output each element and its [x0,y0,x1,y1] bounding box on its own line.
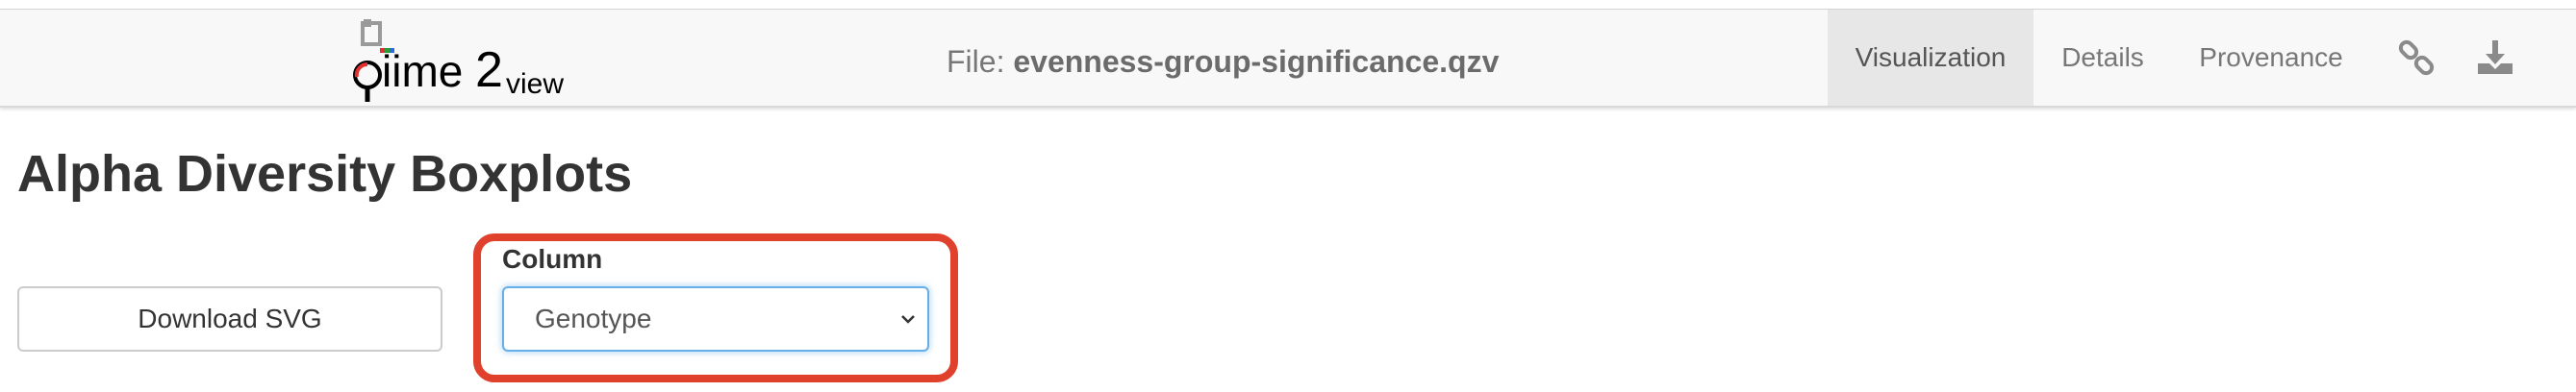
svg-text:2: 2 [475,42,503,98]
file-label: File: [947,44,1005,79]
tab-label: Details [2061,42,2144,72]
file-name: evenness-group-significance.qzv [1013,44,1500,79]
tab-details[interactable]: Details [2033,10,2172,106]
column-label: Column [502,244,603,274]
page-title: Alpha Diversity Boxplots [17,145,633,203]
file-title: File: evenness-group-significance.qzv [947,44,1499,80]
navbar: iime 2 view File: evenness-group-signifi… [0,10,2576,108]
column-select[interactable]: Genotype [502,286,929,352]
qiime2-view-logo[interactable]: iime 2 view [342,19,593,106]
svg-text:iime: iime [382,46,463,96]
download-icon[interactable] [2461,10,2530,106]
tab-visualization[interactable]: Visualization [1828,10,2033,106]
tab-provenance[interactable]: Provenance [2172,10,2370,106]
link-icon[interactable] [2382,10,2451,106]
browser-top-edge [0,0,2576,10]
download-svg-button[interactable]: Download SVG [17,286,442,352]
tab-label: Provenance [2199,42,2343,72]
chevron-down-icon [901,315,915,324]
qiime2-logo-icon: iime 2 view [353,19,564,102]
column-select-value: Genotype [535,304,652,333]
svg-text:view: view [506,68,564,100]
tab-label: Visualization [1855,42,2007,72]
